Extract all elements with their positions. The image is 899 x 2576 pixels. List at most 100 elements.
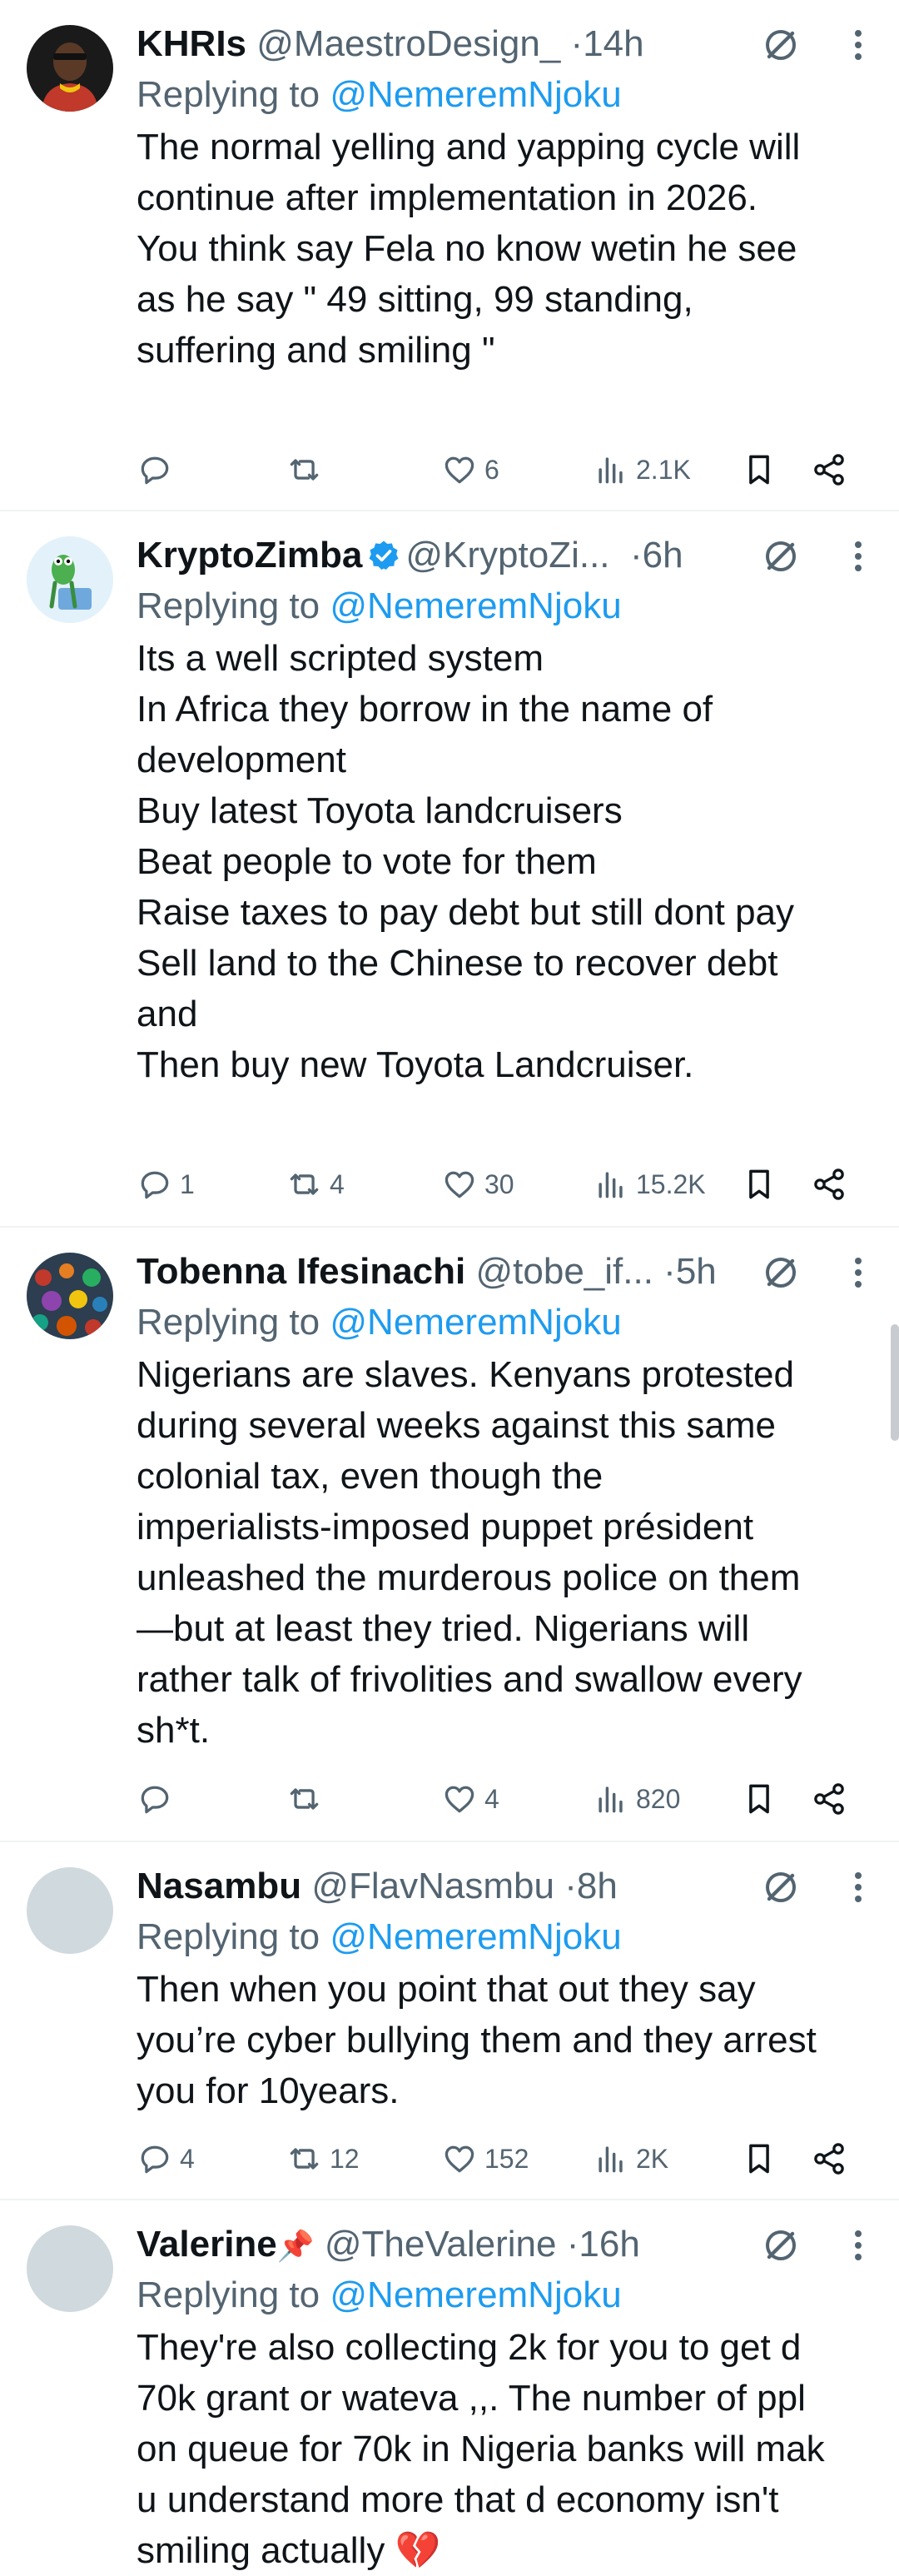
reply-icon bbox=[137, 2140, 173, 2177]
like-count: 4 bbox=[484, 1783, 499, 1814]
replying-to-label: Replying to bbox=[137, 1302, 320, 1343]
display-name[interactable]: KryptoZimba bbox=[137, 535, 362, 575]
tweet-header: KHRIs @MaestroDesign_ ·14h bbox=[137, 18, 774, 70]
retweet-button[interactable]: 4 bbox=[286, 1161, 345, 1208]
views-button[interactable]: 15.2K bbox=[593, 1161, 706, 1208]
reply-icon bbox=[137, 451, 173, 488]
avatar[interactable] bbox=[27, 2225, 113, 2312]
retweet-icon bbox=[286, 2140, 323, 2177]
tweet-text-line: unleashed the murderous police on them bbox=[137, 1557, 801, 1598]
display-name[interactable]: Nasambu bbox=[137, 1866, 301, 1906]
views-button[interactable]: 820 bbox=[593, 1776, 680, 1822]
more-icon[interactable] bbox=[847, 1867, 869, 1907]
heart-icon bbox=[441, 451, 478, 488]
mention-link[interactable]: @NemeremNjoku bbox=[330, 1302, 621, 1343]
avatar[interactable] bbox=[27, 1253, 113, 1339]
retweet-count: 12 bbox=[330, 2143, 360, 2174]
bookmark-button[interactable] bbox=[741, 1161, 777, 1208]
timestamp[interactable]: 5h bbox=[676, 1251, 717, 1292]
timestamp[interactable]: 8h bbox=[577, 1866, 618, 1906]
tweet-text-line: continue after implementation in 2026. bbox=[137, 177, 758, 218]
share-icon bbox=[811, 1781, 847, 1817]
like-button[interactable]: 6 bbox=[441, 446, 499, 493]
view-count: 820 bbox=[636, 1783, 681, 1814]
like-button[interactable]: 30 bbox=[441, 1161, 514, 1208]
reply-button[interactable]: 4 bbox=[137, 2135, 195, 2182]
views-button[interactable]: 2K bbox=[593, 2135, 668, 2182]
share-button[interactable] bbox=[811, 446, 847, 493]
user-handle[interactable]: @TheValerine bbox=[325, 2224, 557, 2265]
retweet-button[interactable] bbox=[286, 1776, 330, 1822]
retweet-button[interactable]: 12 bbox=[286, 2135, 360, 2182]
mention-link[interactable]: @NemeremNjoku bbox=[330, 74, 621, 115]
like-button[interactable]: 4 bbox=[441, 1776, 499, 1822]
views-icon bbox=[593, 2140, 629, 2177]
bookmark-button[interactable] bbox=[741, 2135, 777, 2182]
user-handle[interactable]: @MaestroDesign_ bbox=[256, 23, 560, 64]
tweet[interactable]: Tobenna Ifesinachi @tobe_if... ·5h Reply… bbox=[0, 1228, 899, 1842]
tweet[interactable]: Nasambu @FlavNasmbu ·8h Replying to @Nem… bbox=[0, 1842, 899, 2200]
share-button[interactable] bbox=[811, 2135, 847, 2182]
grok-icon[interactable] bbox=[761, 2225, 801, 2265]
timestamp[interactable]: 6h bbox=[643, 535, 683, 575]
reply-button[interactable] bbox=[137, 1776, 180, 1822]
display-name[interactable]: Tobenna Ifesinachi bbox=[137, 1251, 465, 1292]
views-icon bbox=[593, 1166, 629, 1203]
timestamp[interactable]: 14h bbox=[583, 23, 643, 64]
reply-button[interactable] bbox=[137, 446, 180, 493]
retweet-icon bbox=[286, 451, 323, 488]
tweet-text-line: suffering and smiling " bbox=[137, 330, 495, 371]
grok-icon[interactable] bbox=[761, 25, 801, 65]
more-icon[interactable] bbox=[847, 536, 869, 576]
bookmark-button[interactable] bbox=[741, 1776, 777, 1822]
bookmark-icon bbox=[741, 451, 777, 488]
avatar[interactable] bbox=[27, 1867, 113, 1954]
separator-dot: · bbox=[566, 2224, 579, 2265]
bookmark-button[interactable] bbox=[741, 446, 777, 493]
user-handle[interactable]: @tobe_if... bbox=[475, 1251, 653, 1292]
grok-icon[interactable] bbox=[761, 536, 801, 576]
retweet-button[interactable] bbox=[286, 446, 330, 493]
more-icon[interactable] bbox=[847, 1253, 869, 1293]
like-button[interactable]: 152 bbox=[441, 2135, 529, 2182]
share-button[interactable] bbox=[811, 1161, 847, 1208]
grok-icon[interactable] bbox=[761, 1867, 801, 1907]
views-icon bbox=[593, 1781, 629, 1817]
tweet[interactable]: Valerine📌 @TheValerine ·16h Replying to … bbox=[0, 2200, 899, 2572]
display-name[interactable]: KHRIs bbox=[137, 23, 246, 64]
reply-count: 1 bbox=[180, 1168, 195, 1199]
separator-dot: · bbox=[619, 535, 643, 575]
user-handle[interactable]: @FlavNasmbu bbox=[311, 1866, 554, 1906]
user-handle[interactable]: @KryptoZi... bbox=[405, 535, 609, 575]
action-bar: 4 12 152 2K bbox=[137, 2135, 877, 2182]
scrollbar[interactable] bbox=[891, 1324, 899, 1441]
more-icon[interactable] bbox=[847, 2225, 869, 2265]
share-button[interactable] bbox=[811, 1776, 847, 1822]
tweet-text-line: development bbox=[137, 740, 346, 780]
display-name[interactable]: Valerine bbox=[137, 2224, 277, 2265]
tweet-text-line: and bbox=[137, 994, 198, 1034]
tweet-text: Then when you point that out they say yo… bbox=[137, 1964, 877, 2116]
mention-link[interactable]: @NemeremNjoku bbox=[330, 585, 621, 626]
tweet-text-line: 70k grant or wateva ,,. The number of pp… bbox=[137, 2378, 806, 2419]
tweet[interactable]: KHRIs @MaestroDesign_ ·14h Replying to @… bbox=[0, 0, 899, 511]
avatar[interactable] bbox=[27, 536, 113, 623]
avatar-image bbox=[27, 25, 113, 112]
action-bar: 6 2.1K bbox=[137, 446, 877, 493]
grok-icon[interactable] bbox=[761, 1253, 801, 1293]
reply-button[interactable]: 1 bbox=[137, 1161, 195, 1208]
separator-dot: · bbox=[570, 23, 584, 64]
pushpin-emoji: 📌 bbox=[276, 2229, 315, 2263]
mention-link[interactable]: @NemeremNjoku bbox=[330, 1916, 621, 1957]
tweet[interactable]: KryptoZimba @KryptoZi... ·6h Replying to … bbox=[0, 511, 899, 1228]
avatar[interactable] bbox=[27, 25, 113, 112]
more-icon[interactable] bbox=[847, 25, 869, 65]
replying-to-label: Replying to bbox=[137, 74, 320, 115]
tweet-text-line: on queue for 70k in Nigeria banks will m… bbox=[137, 2429, 825, 2469]
mention-link[interactable]: @NemeremNjoku bbox=[330, 2275, 621, 2315]
tweet-header: Tobenna Ifesinachi @tobe_if... ·5h bbox=[137, 1246, 774, 1298]
timestamp[interactable]: 16h bbox=[579, 2224, 639, 2265]
separator-dot: · bbox=[564, 1866, 577, 1906]
tweet-header: KryptoZimba @KryptoZi... ·6h bbox=[137, 530, 774, 581]
views-button[interactable]: 2.1K bbox=[593, 446, 691, 493]
